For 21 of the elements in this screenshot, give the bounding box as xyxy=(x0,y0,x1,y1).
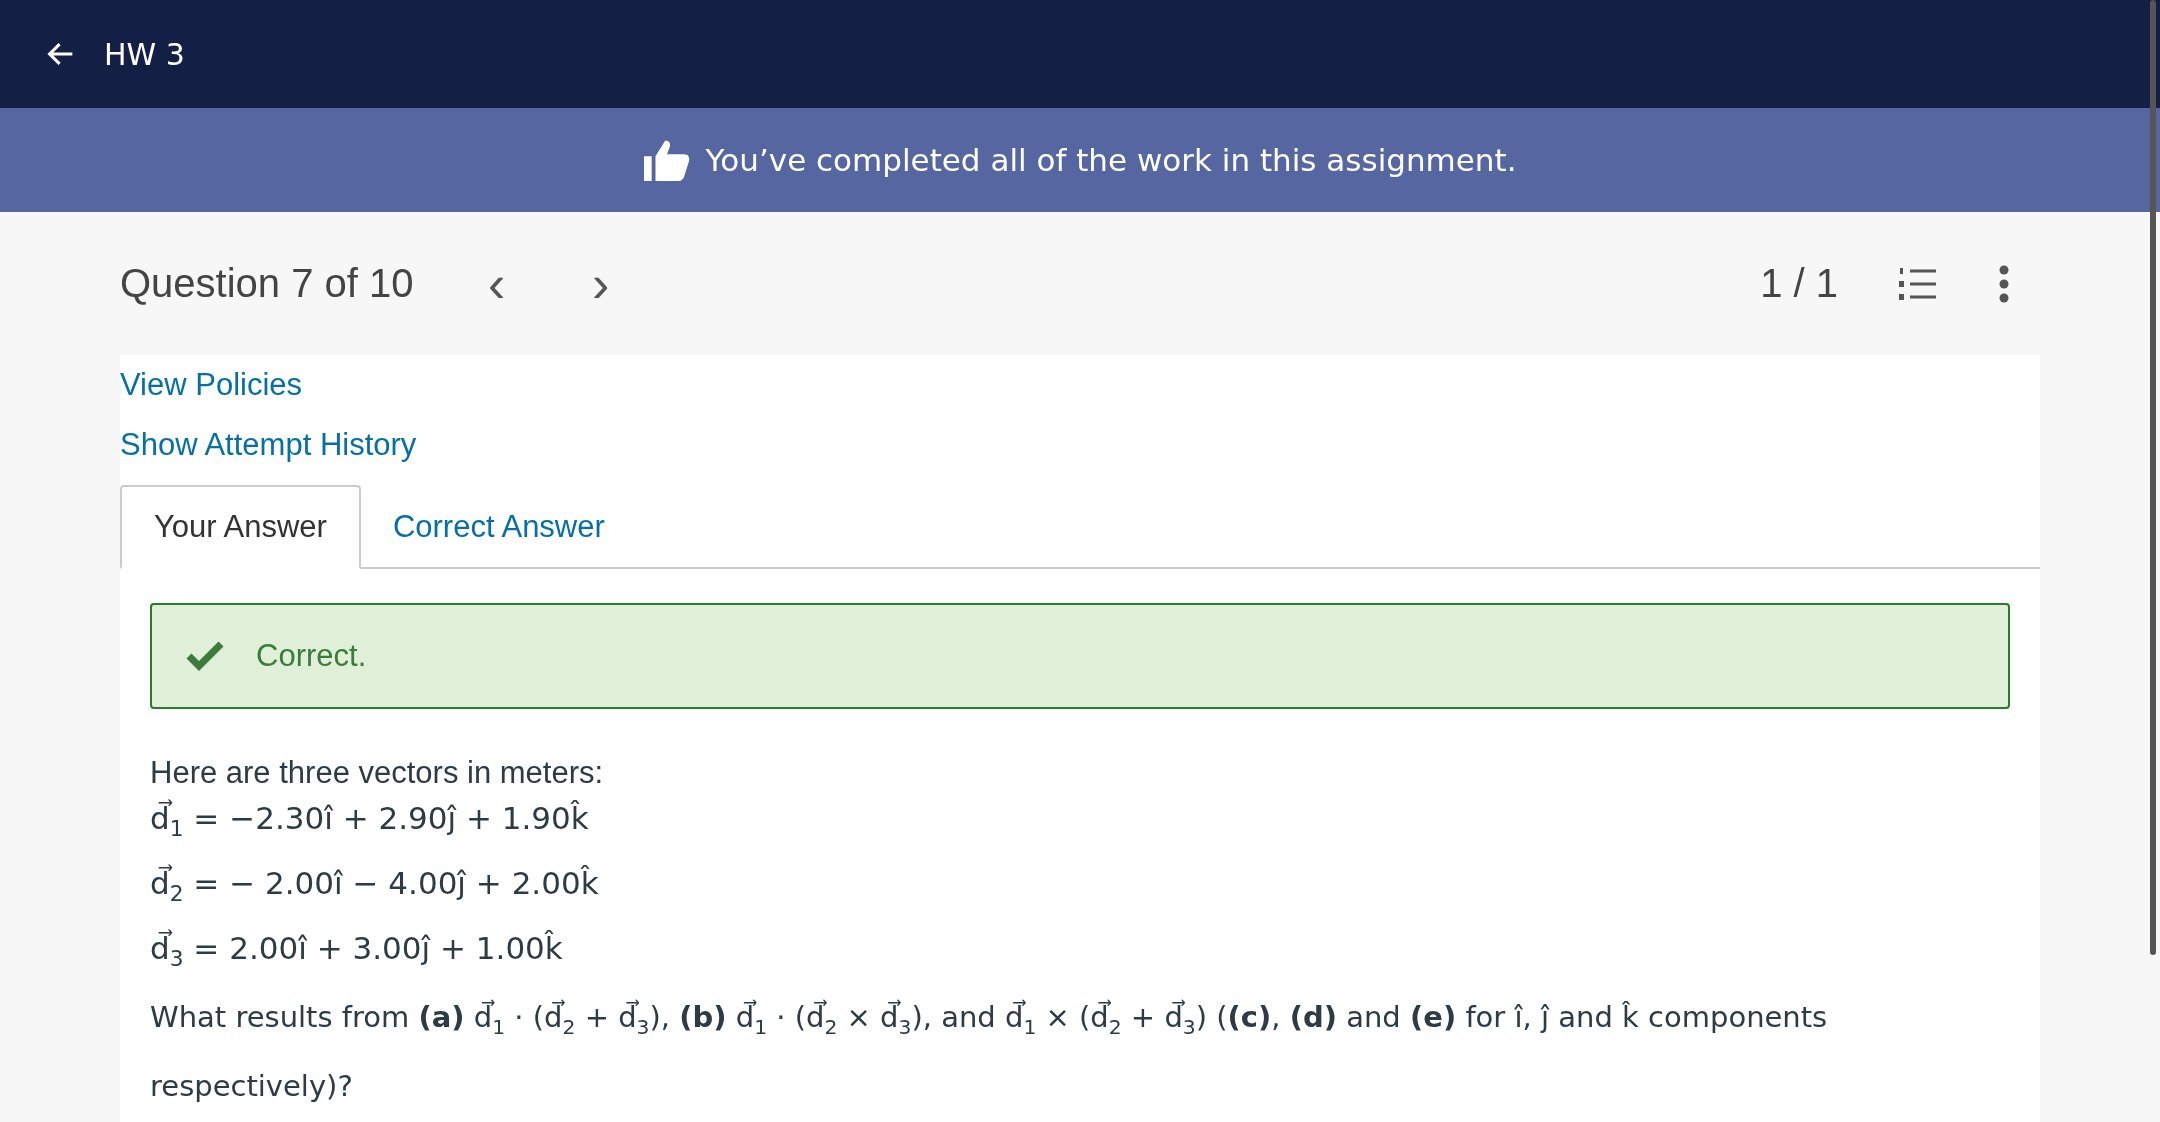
equation: d⃗$_{2}$ = − 2.00î − 4.00ĵ + 2.00k̂ xyxy=(150,863,600,909)
question-prompt: What results from (a) d⃗$_{1}$ · (d⃗$_{2}$ + d⃗$_{3}$), (b) d⃗$_{1}$ · (d⃗$_{2}$ × d⃗$_{3}$), and d⃗$_{1}$ × (d⃗$_{2}$ + d⃗$_{3}$) ((c), (d) and (e) for î, ĵ and k̂ components respectively)? xyxy=(150,998,1829,1106)
more-options-button[interactable] xyxy=(1998,264,2010,303)
question-intro: Here are three vectors in meters: xyxy=(150,755,605,791)
tab[interactable]: Correct Answer xyxy=(360,485,637,569)
checkmark-icon xyxy=(186,641,224,671)
page-title: HW 3 xyxy=(104,36,185,72)
link[interactable]: View Policies xyxy=(120,367,303,403)
link[interactable]: Show Attempt History xyxy=(120,427,417,463)
score-text: 1 / 1 xyxy=(1760,261,1838,306)
scrollbar[interactable] xyxy=(2150,0,2156,955)
question-number: Question 7 of 10 xyxy=(120,261,414,306)
question-list-button[interactable] xyxy=(1898,266,1938,301)
equation: d⃗$_{3}$ = 2.00î + 3.00ĵ + 1.00k̂ xyxy=(150,928,564,974)
next-button[interactable]: › xyxy=(577,257,624,310)
banner-message: You’ve completed all of the work in this assignment. xyxy=(705,142,1517,178)
feedback-text: Correct. xyxy=(256,638,367,674)
equation: d⃗$_{1}$ = −2.30î + 2.90ĵ + 1.90k̂ xyxy=(150,798,590,844)
previous-button[interactable]: ‹ xyxy=(473,257,520,310)
tab[interactable]: Your Answer xyxy=(120,485,361,569)
thumbs-up-icon xyxy=(643,138,690,182)
